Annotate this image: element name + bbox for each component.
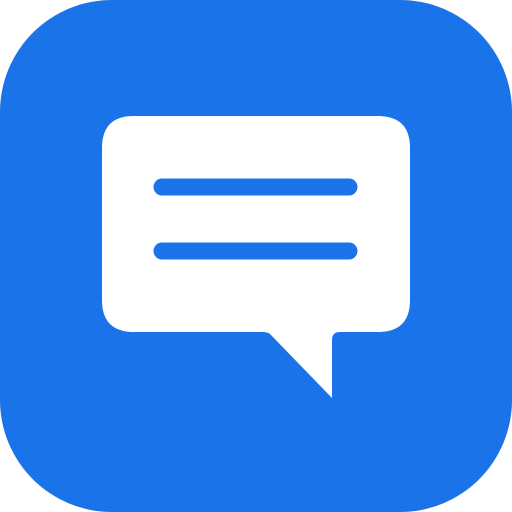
chat-bubble-icon [0, 0, 512, 512]
app-icon[interactable] [0, 0, 512, 512]
